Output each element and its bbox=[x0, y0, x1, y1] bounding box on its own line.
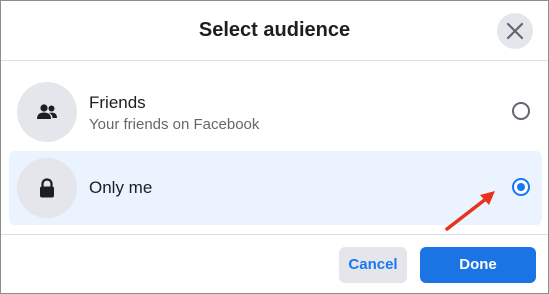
friends-icon-circle bbox=[17, 82, 77, 142]
radio-selected-dot bbox=[517, 183, 525, 191]
radio-friends[interactable] bbox=[512, 102, 530, 120]
footer-divider bbox=[1, 234, 548, 235]
option-description-friends: Your friends on Facebook bbox=[89, 116, 260, 133]
lock-icon-circle bbox=[17, 158, 77, 218]
radio-only-me[interactable] bbox=[512, 178, 530, 196]
cancel-button[interactable]: Cancel bbox=[339, 247, 407, 283]
option-label-only-me: Only me bbox=[89, 178, 153, 197]
done-button[interactable]: Done bbox=[420, 247, 536, 283]
lock-icon bbox=[40, 178, 54, 198]
close-icon bbox=[506, 22, 524, 40]
dialog-header: Select audience bbox=[1, 1, 548, 61]
select-audience-dialog: Select audience Friends Your friends on … bbox=[0, 0, 549, 294]
annotation-arrow-icon bbox=[445, 191, 495, 231]
audience-option-friends[interactable]: Friends Your friends on Facebook bbox=[9, 75, 542, 149]
friends-icon bbox=[37, 104, 57, 119]
dialog-title: Select audience bbox=[198, 19, 351, 41]
option-label-friends: Friends bbox=[89, 93, 146, 112]
close-button[interactable] bbox=[497, 13, 533, 49]
